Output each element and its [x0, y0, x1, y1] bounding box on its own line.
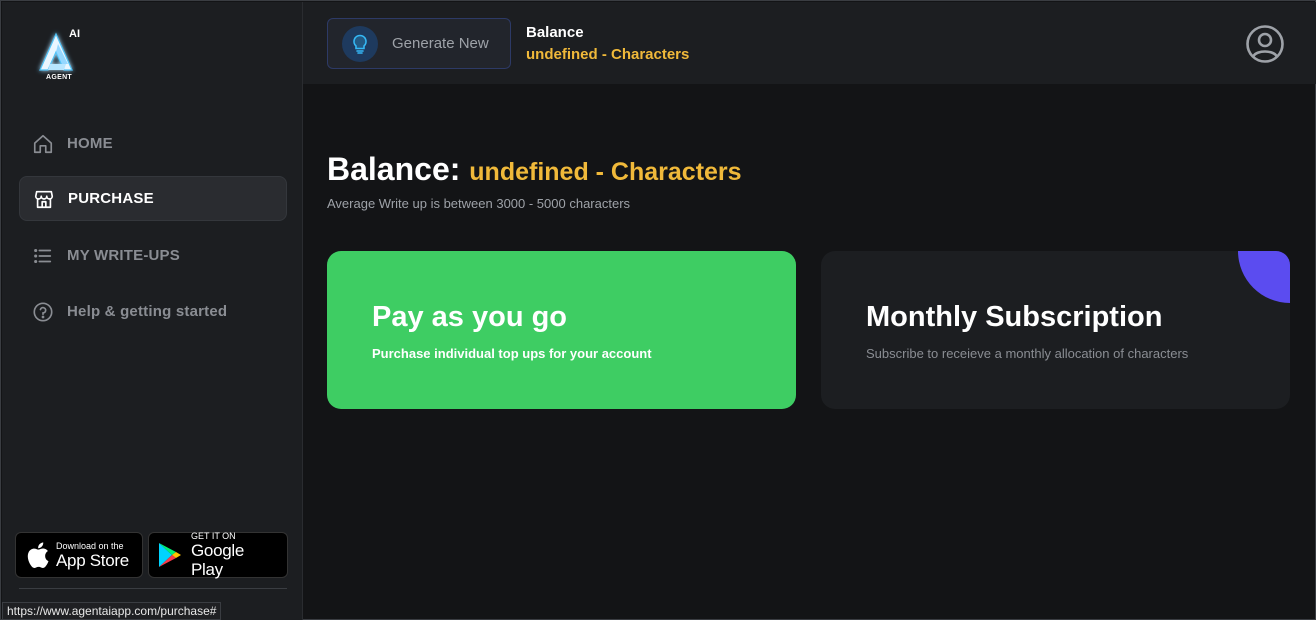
- app-store-big-text: App Store: [56, 550, 129, 570]
- google-play-small-text: GET IT ON: [191, 531, 236, 541]
- sidebar-item-purchase[interactable]: PURCHASE: [19, 176, 287, 221]
- home-icon: [31, 132, 55, 156]
- list-icon: [31, 244, 55, 268]
- sidebar-item-label: HOME: [67, 135, 113, 152]
- sidebar-item-label: MY WRITE-UPS: [67, 247, 180, 264]
- google-play-badge[interactable]: GET IT ON Google Play: [148, 531, 288, 579]
- app-window: AI AGENT HOME PURCHASE MY WRITE-UPS Help…: [0, 0, 1316, 620]
- sidebar-item-my-write-ups[interactable]: MY WRITE-UPS: [19, 233, 287, 278]
- logo-ai-text: AI: [69, 28, 80, 40]
- help-circle-icon: [31, 300, 55, 324]
- header-balance-title: Balance: [526, 24, 584, 41]
- lightbulb-icon: [342, 25, 378, 62]
- page-subtitle: Average Write up is between 3000 - 5000 …: [327, 196, 631, 211]
- sidebar-item-label: Help & getting started: [67, 303, 228, 320]
- page-title-balance-value: undefined - Characters: [469, 158, 742, 186]
- sidebar: AI AGENT HOME PURCHASE MY WRITE-UPS Help…: [2, 2, 303, 620]
- header-balance-value: undefined - Characters: [526, 46, 690, 63]
- google-play-big-text: Google Play: [191, 541, 245, 579]
- card-title: Monthly Subscription: [866, 301, 1163, 333]
- top-header: Generate New Balance undefined - Charact…: [303, 2, 1316, 84]
- corner-decoration: [1238, 251, 1290, 303]
- sidebar-item-label: PURCHASE: [68, 190, 154, 207]
- sidebar-divider: [19, 588, 287, 589]
- monthly-subscription-card[interactable]: Monthly Subscription Subscribe to receie…: [821, 251, 1290, 409]
- apple-icon: [24, 540, 50, 570]
- sidebar-item-home[interactable]: HOME: [19, 121, 287, 166]
- logo-agent-text: AGENT: [46, 74, 72, 81]
- pay-as-you-go-card[interactable]: Pay as you go Purchase individual top up…: [327, 251, 796, 409]
- generate-new-button[interactable]: Generate New: [327, 18, 511, 69]
- app-store-small-text: Download on the: [56, 540, 124, 551]
- card-subtitle: Purchase individual top ups for your acc…: [372, 346, 652, 361]
- app-store-badge[interactable]: Download on the App Store: [15, 532, 143, 578]
- google-play-icon: [157, 541, 183, 569]
- generate-new-label: Generate New: [392, 35, 489, 52]
- page-title: Balance: undefined - Characters: [327, 151, 742, 188]
- sidebar-item-help[interactable]: Help & getting started: [19, 289, 287, 334]
- card-title: Pay as you go: [372, 301, 568, 333]
- agent-ai-logo[interactable]: AI AGENT: [34, 28, 90, 88]
- store-icon: [32, 187, 56, 211]
- page-title-prefix: Balance:: [327, 151, 461, 187]
- browser-status-url: https://www.agentaiapp.com/purchase#: [2, 602, 222, 620]
- user-avatar-icon[interactable]: [1245, 24, 1285, 64]
- card-subtitle: Subscribe to receieve a monthly allocati…: [866, 346, 1189, 361]
